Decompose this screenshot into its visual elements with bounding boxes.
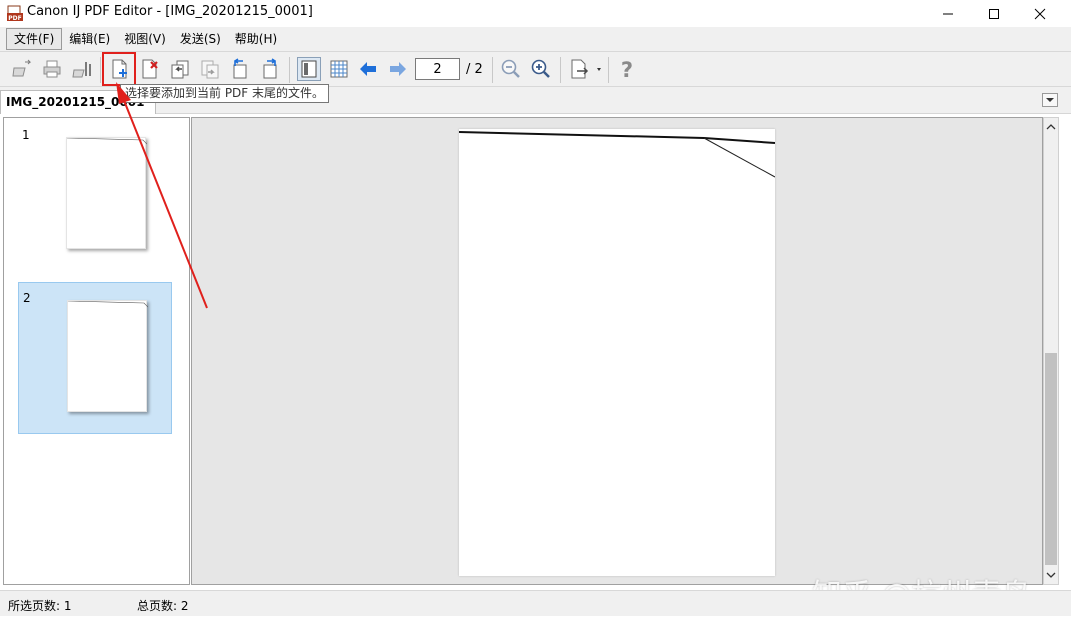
page-preview	[459, 129, 775, 576]
page-viewer[interactable]	[191, 117, 1043, 585]
chevron-up-icon	[1046, 124, 1056, 130]
menu-view[interactable]: 视图(V)	[117, 28, 173, 50]
thumbnail-page-number: 1	[22, 128, 30, 142]
single-page-view-button[interactable]	[297, 57, 321, 81]
svg-text:PDF: PDF	[8, 15, 21, 22]
menu-edit[interactable]: 编辑(E)	[62, 28, 117, 50]
minimize-button[interactable]	[925, 0, 971, 27]
open-button[interactable]	[10, 57, 34, 81]
single-page-view-icon	[301, 60, 317, 78]
menu-file[interactable]: 文件(F)	[6, 28, 63, 50]
scroll-down-button[interactable]	[1044, 568, 1058, 582]
help-button[interactable]: ?	[615, 57, 639, 81]
toolbar-separator	[492, 57, 493, 83]
rotate-right-icon	[263, 58, 277, 79]
next-page-button[interactable]	[386, 57, 410, 81]
rotate-left-button[interactable]	[228, 57, 252, 81]
close-icon	[1034, 8, 1046, 19]
annotation-arrow	[116, 82, 208, 309]
zoom-out-button[interactable]	[499, 57, 523, 81]
maximize-button[interactable]	[971, 0, 1017, 27]
rotate-right-button[interactable]	[258, 57, 282, 81]
thumbnail-page-number: 2	[23, 291, 31, 305]
previous-page-button[interactable]	[356, 57, 380, 81]
scroll-up-button[interactable]	[1044, 120, 1058, 134]
export-button[interactable]	[567, 57, 605, 81]
maximize-icon	[989, 8, 999, 19]
scrollbar-thumb[interactable]	[1045, 353, 1057, 565]
open-icon	[12, 59, 32, 77]
minimize-icon	[943, 13, 953, 14]
tab-list-dropdown[interactable]	[1042, 93, 1058, 107]
vertical-scrollbar[interactable]	[1043, 117, 1059, 585]
chevron-down-icon	[1046, 572, 1056, 578]
grid-view-button[interactable]	[327, 57, 351, 81]
help-icon: ?	[621, 58, 633, 80]
print-icon	[43, 60, 61, 78]
status-bar: 所选页数: 1 总页数: 2	[0, 590, 1071, 616]
next-page-icon	[390, 62, 406, 76]
page-total-label: / 2	[466, 62, 483, 77]
svg-text:?: ?	[621, 58, 633, 80]
settings-icon	[72, 62, 91, 78]
toolbar-separator	[608, 57, 609, 83]
zoom-out-icon	[501, 59, 520, 78]
menu-help[interactable]: 帮助(H)	[228, 28, 284, 50]
close-button[interactable]	[1017, 0, 1063, 27]
rotate-left-icon	[233, 58, 247, 79]
settings-button[interactable]	[70, 57, 94, 81]
zoom-in-icon	[531, 59, 550, 78]
zoom-in-button[interactable]	[529, 57, 553, 81]
grid-view-icon	[330, 60, 348, 78]
pdf-app-icon: PDF	[7, 5, 23, 22]
previous-page-icon	[360, 62, 376, 76]
toolbar-separator	[289, 57, 290, 83]
export-icon	[571, 59, 601, 79]
window-title: Canon IJ PDF Editor - [IMG_20201215_0001…	[27, 4, 313, 19]
selected-pages-status: 所选页数: 1	[8, 599, 72, 613]
title-bar: PDF Canon IJ PDF Editor - [IMG_20201215_…	[0, 0, 1071, 27]
print-button[interactable]	[40, 57, 64, 81]
menu-send[interactable]: 发送(S)	[173, 28, 228, 50]
chevron-down-icon	[1046, 98, 1054, 102]
page-number-input[interactable]	[415, 58, 460, 80]
menu-bar: 文件(F) 编辑(E) 视图(V) 发送(S) 帮助(H)	[0, 27, 1071, 51]
toolbar-separator	[560, 57, 561, 83]
total-pages-status: 总页数: 2	[137, 599, 189, 613]
